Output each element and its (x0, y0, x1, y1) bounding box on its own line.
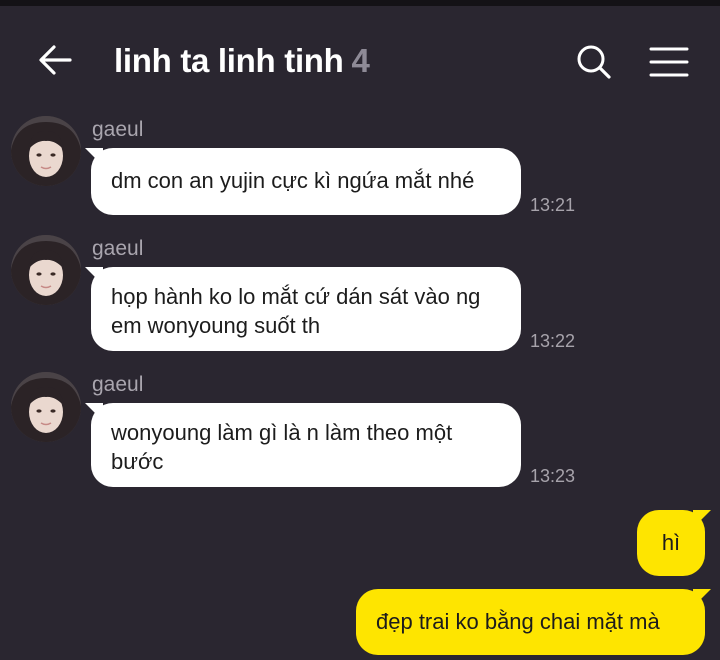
sender-name: gaeul (92, 237, 144, 260)
my-message-bubble[interactable]: hì (637, 510, 711, 576)
message-text: đẹp trai ko bằng chai mặt mà (376, 609, 660, 634)
search-icon (577, 45, 611, 79)
arrow-left-icon (39, 45, 72, 75)
message-bubble[interactable]: họp hành ko lo mắt cứ dán sát vào ng em … (85, 267, 521, 351)
avatar[interactable] (11, 235, 81, 305)
message-text: wonyoung làm gì là n làm theo một bước (111, 420, 453, 474)
sender-name: gaeul (92, 373, 144, 396)
menu-button[interactable] (648, 44, 690, 80)
back-button[interactable] (34, 40, 78, 80)
member-count: 4 (351, 42, 370, 79)
message-text: họp hành ko lo mắt cứ dán sát vào ng em … (111, 284, 481, 338)
profile-photo-icon (11, 116, 81, 186)
profile-photo-icon (11, 372, 81, 442)
my-message-bubble[interactable]: đẹp trai ko bằng chai mặt mà (356, 589, 711, 655)
chat-title: linh ta linh tinh 4 (114, 42, 370, 80)
room-name: linh ta linh tinh (114, 42, 344, 79)
message-time: 13:22 (530, 331, 576, 351)
message-bubble[interactable]: dm con an yujin cực kì ngứa mắt nhé (85, 148, 521, 215)
message-text: hì (661, 530, 681, 555)
message-time: 13:21 (530, 195, 576, 215)
hamburger-menu-icon (649, 47, 689, 77)
search-button[interactable] (574, 42, 614, 82)
chat-header: linh ta linh tinh 4 (0, 6, 720, 102)
avatar[interactable] (11, 116, 81, 186)
message-bubble[interactable]: wonyoung làm gì là n làm theo một bước (85, 403, 521, 487)
message-text: dm con an yujin cực kì ngứa mắt nhé (111, 168, 475, 193)
sender-name: gaeul (92, 118, 144, 141)
avatar[interactable] (11, 372, 81, 442)
profile-photo-icon (11, 235, 81, 305)
message-time: 13:23 (530, 466, 576, 486)
